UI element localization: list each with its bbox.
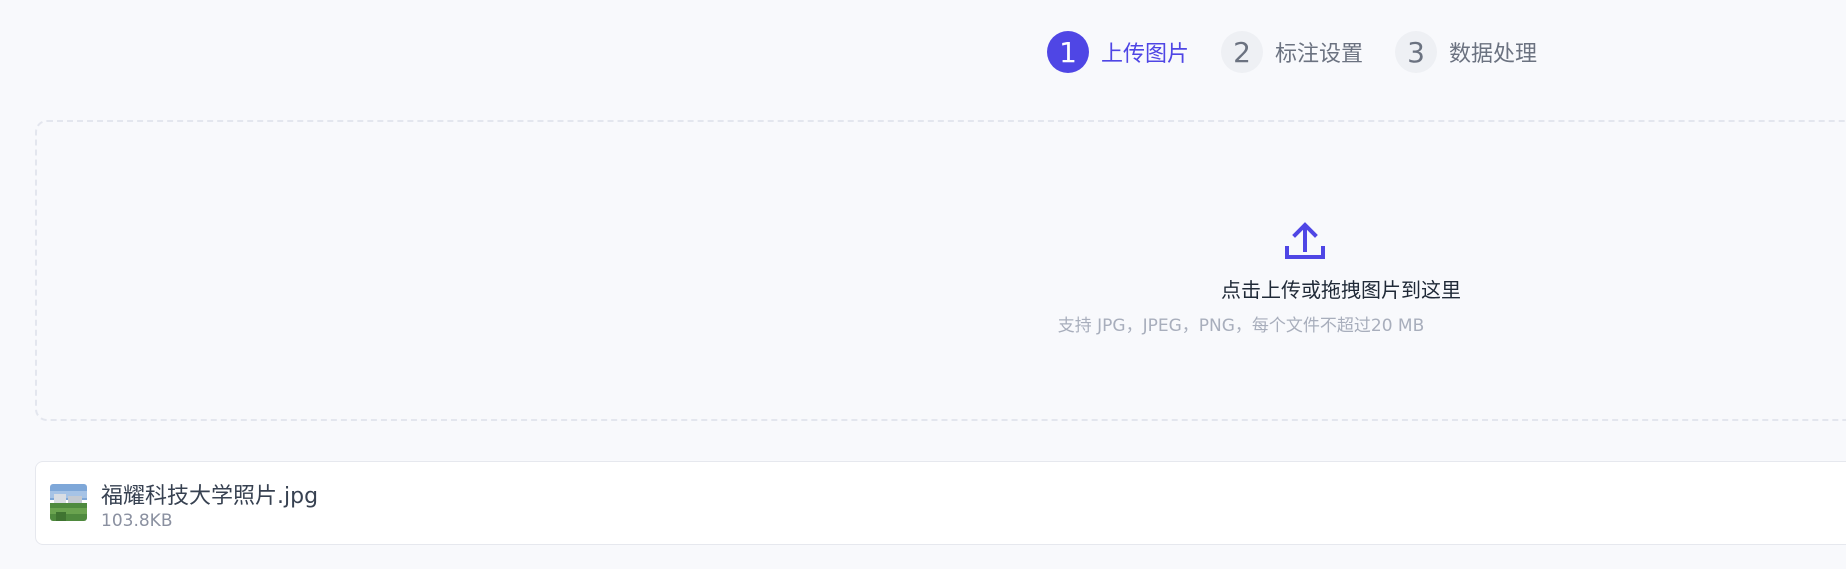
step-label: 上传图片 [1101, 42, 1190, 67]
upload-icon [1284, 220, 1326, 262]
step-label: 标注设置 [1275, 42, 1364, 67]
file-size: 103.8KB [101, 511, 173, 531]
stepper: 1 上传图片 2 标注设置 3 数据处理 [1047, 31, 1569, 73]
upload-dropzone[interactable]: 点击上传或拖拽图片到这里 支持 JPG，JPEG，PNG，每个文件不超过20 M… [35, 120, 1846, 421]
step-annotation-settings[interactable]: 2 标注设置 [1221, 31, 1363, 73]
step-data-processing[interactable]: 3 数据处理 [1395, 31, 1537, 73]
step-number: 3 [1395, 31, 1438, 73]
step-number: 1 [1047, 31, 1089, 73]
dropzone-title: 点击上传或拖拽图片到这里 [1221, 278, 1461, 302]
image-thumbnail [50, 484, 87, 521]
file-name: 福耀科技大学照片.jpg [101, 484, 319, 509]
step-number: 2 [1221, 31, 1264, 73]
step-upload[interactable]: 1 上传图片 [1047, 31, 1189, 73]
dropzone-hint: 支持 JPG，JPEG，PNG，每个文件不超过20 MB [1057, 316, 1425, 336]
step-label: 数据处理 [1449, 42, 1538, 67]
uploaded-file-item[interactable]: 福耀科技大学照片.jpg 103.8KB [35, 461, 1846, 545]
